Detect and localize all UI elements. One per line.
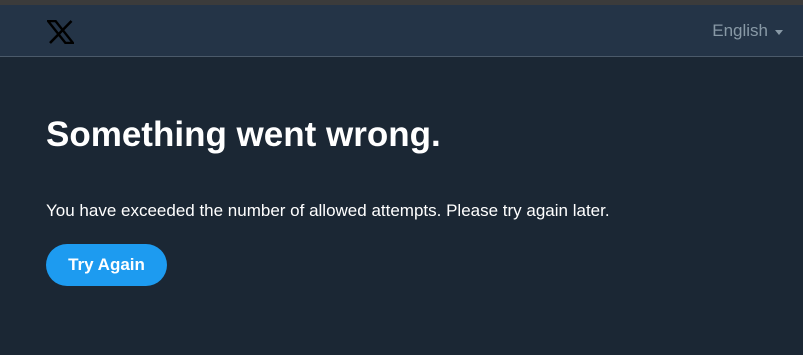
x-logo-icon[interactable] — [47, 20, 74, 44]
page-title: Something went wrong. — [46, 115, 441, 154]
try-again-button[interactable]: Try Again — [46, 244, 167, 286]
top-header: English — [0, 5, 803, 57]
caret-down-icon — [775, 29, 783, 35]
language-selector[interactable]: English — [712, 21, 783, 41]
language-label: English — [712, 21, 768, 40]
error-message: You have exceeded the number of allowed … — [46, 201, 610, 220]
